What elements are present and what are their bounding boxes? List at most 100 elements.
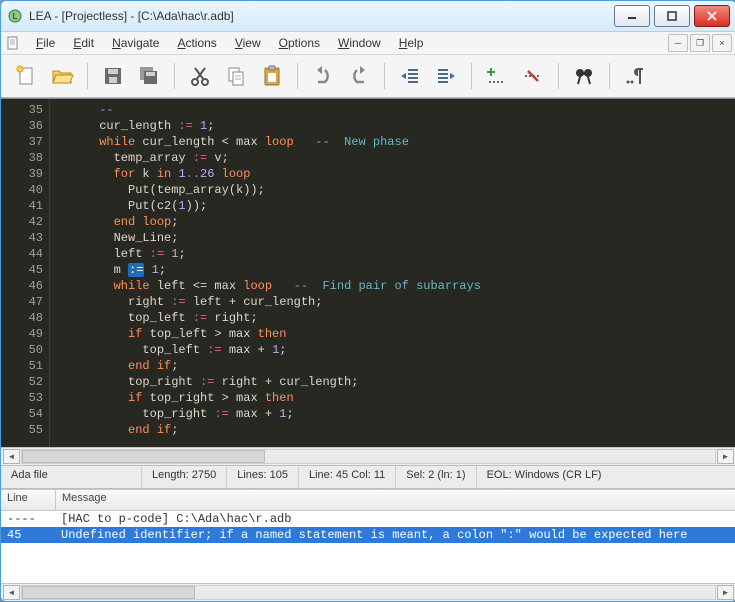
code-line[interactable]: temp_array := v; [56, 150, 735, 166]
menu-window[interactable]: Window [329, 34, 390, 52]
code-line[interactable]: for k in 1..26 loop [56, 166, 735, 182]
line-number: 53 [1, 390, 43, 406]
code-line[interactable]: while cur_length < max loop -- New phase [56, 134, 735, 150]
scroll-right-button[interactable]: ► [717, 585, 734, 600]
messages-col-message[interactable]: Message [56, 490, 735, 510]
code-line[interactable]: right := left + cur_length; [56, 294, 735, 310]
scroll-left-button[interactable]: ◄ [3, 449, 20, 464]
minimize-button[interactable] [614, 5, 650, 27]
menu-actions[interactable]: Actions [168, 34, 225, 52]
menu-view[interactable]: View [226, 34, 270, 52]
new-file-button[interactable] [9, 59, 43, 93]
line-number: 44 [1, 246, 43, 262]
scroll-thumb[interactable] [22, 450, 265, 463]
redo-button[interactable] [342, 59, 376, 93]
save-all-button[interactable] [132, 59, 166, 93]
toolbar-separator [558, 63, 559, 89]
toolbar [1, 55, 735, 98]
line-number: 54 [1, 406, 43, 422]
messages-list[interactable]: ----[HAC to p-code] C:\Ada\hac\r.adb45Un… [1, 511, 735, 583]
code-line[interactable]: -- [56, 102, 735, 118]
code-editor[interactable]: 3536373839404142434445464748495051525354… [1, 98, 735, 447]
line-number: 52 [1, 374, 43, 390]
code-line[interactable]: m := 1; [56, 262, 735, 278]
menu-options[interactable]: Options [270, 34, 329, 52]
mdi-close-button[interactable]: × [712, 34, 732, 52]
undo-button[interactable] [306, 59, 340, 93]
code-line[interactable]: top_left := right; [56, 310, 735, 326]
open-button[interactable] [45, 59, 79, 93]
mdi-minimize-button[interactable]: ─ [668, 34, 688, 52]
menubar: FileEditNavigateActionsViewOptionsWindow… [1, 32, 735, 55]
menu-file[interactable]: File [27, 34, 64, 52]
line-number: 55 [1, 422, 43, 438]
code-line[interactable]: left := 1; [56, 246, 735, 262]
line-number: 39 [1, 166, 43, 182]
message-row[interactable]: 45Undefined identifier; if a named state… [1, 527, 735, 543]
line-number: 36 [1, 118, 43, 134]
message-line-no: ---- [1, 511, 55, 527]
menu-navigate[interactable]: Navigate [103, 34, 168, 52]
line-number: 41 [1, 198, 43, 214]
svg-text:L: L [13, 12, 18, 21]
mdi-document-icon [5, 35, 21, 51]
menu-help[interactable]: Help [390, 34, 433, 52]
remove-line-button[interactable] [516, 59, 550, 93]
paste-button[interactable] [255, 59, 289, 93]
code-line[interactable]: end if; [56, 422, 735, 438]
scroll-left-button[interactable]: ◄ [3, 585, 20, 600]
messages-horizontal-scrollbar[interactable]: ◄ ► [1, 583, 735, 601]
status-filetype: Ada file [1, 466, 142, 488]
code-line[interactable]: end loop; [56, 214, 735, 230]
line-number: 38 [1, 150, 43, 166]
code-line[interactable]: while left <= max loop -- Find pair of s… [56, 278, 735, 294]
titlebar: L LEA - [Projectless] - [C:\Ada\hac\r.ad… [1, 1, 735, 32]
cut-button[interactable] [183, 59, 217, 93]
line-number: 43 [1, 230, 43, 246]
code-line[interactable]: New_Line; [56, 230, 735, 246]
toolbar-separator [297, 63, 298, 89]
status-lines: Lines: 105 [227, 466, 299, 488]
line-number: 42 [1, 214, 43, 230]
line-number: 49 [1, 326, 43, 342]
code-line[interactable]: if top_left > max then [56, 326, 735, 342]
scroll-track[interactable] [21, 585, 716, 600]
code-line[interactable]: cur_length := 1; [56, 118, 735, 134]
close-button[interactable] [694, 5, 730, 27]
find-button[interactable] [567, 59, 601, 93]
code-line[interactable]: if top_right > max then [56, 390, 735, 406]
menu-edit[interactable]: Edit [64, 34, 103, 52]
code-line[interactable]: top_left := max + 1; [56, 342, 735, 358]
message-line-no: 45 [1, 527, 55, 543]
save-button[interactable] [96, 59, 130, 93]
add-line-button[interactable] [480, 59, 514, 93]
copy-button[interactable] [219, 59, 253, 93]
code-line[interactable]: top_right := right + cur_length; [56, 374, 735, 390]
messages-pane: Line Message ----[HAC to p-code] C:\Ada\… [1, 489, 735, 601]
indent-button[interactable] [429, 59, 463, 93]
editor-gutter: 3536373839404142434445464748495051525354… [1, 99, 50, 447]
toolbar-separator [174, 63, 175, 89]
message-row[interactable]: ----[HAC to p-code] C:\Ada\hac\r.adb [1, 511, 735, 527]
mdi-restore-button[interactable]: ❐ [690, 34, 710, 52]
line-number: 35 [1, 102, 43, 118]
message-text: [HAC to p-code] C:\Ada\hac\r.adb [55, 511, 735, 527]
scroll-track[interactable] [21, 449, 716, 464]
status-length: Length: 2750 [142, 466, 227, 488]
statusbar: Ada file Length: 2750 Lines: 105 Line: 4… [1, 465, 735, 489]
scroll-right-button[interactable]: ► [717, 449, 734, 464]
status-position: Line: 45 Col: 11 [299, 466, 396, 488]
editor-content[interactable]: -- cur_length := 1; while cur_length < m… [50, 99, 735, 447]
scroll-thumb[interactable] [22, 586, 195, 599]
code-line[interactable]: end if; [56, 358, 735, 374]
show-pilcrow-button[interactable] [618, 59, 652, 93]
outdent-button[interactable] [393, 59, 427, 93]
app-icon: L [7, 8, 23, 24]
maximize-button[interactable] [654, 5, 690, 27]
line-number: 47 [1, 294, 43, 310]
code-line[interactable]: top_right := max + 1; [56, 406, 735, 422]
editor-horizontal-scrollbar[interactable]: ◄ ► [1, 447, 735, 465]
code-line[interactable]: Put(temp_array(k)); [56, 182, 735, 198]
code-line[interactable]: Put(c2(1)); [56, 198, 735, 214]
messages-col-line[interactable]: Line [1, 490, 56, 510]
